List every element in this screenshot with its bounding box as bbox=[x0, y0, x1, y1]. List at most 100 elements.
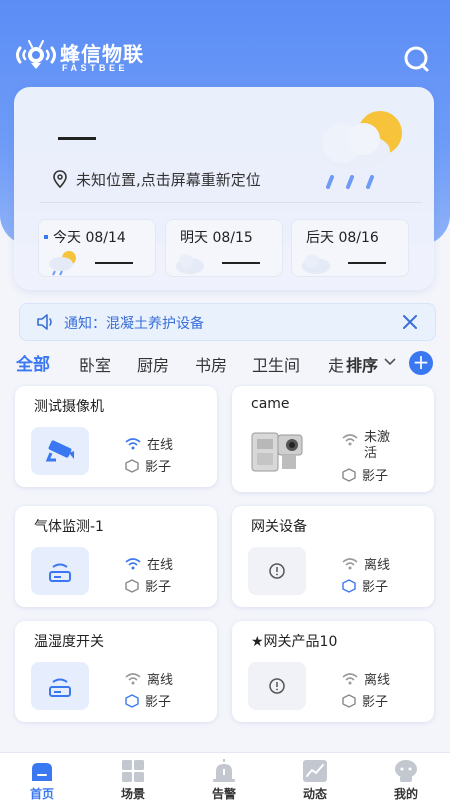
shadow-status-text: 影子 bbox=[362, 695, 389, 710]
rain-cloud-sun-icon bbox=[318, 111, 402, 189]
forecast-temp-placeholder bbox=[222, 262, 260, 264]
rain-sun-icon bbox=[49, 251, 76, 276]
tab-kitchen[interactable]: 厨房 bbox=[137, 352, 169, 376]
camera-icon bbox=[45, 440, 74, 462]
device-name: 气体监测-1 bbox=[34, 519, 104, 535]
device-card[interactable]: 温湿度开关 离线 影子 bbox=[15, 621, 217, 722]
shadow-status-text: 影子 bbox=[145, 580, 172, 595]
shadow-cube-icon bbox=[125, 693, 139, 708]
network-status: 离线 bbox=[342, 669, 390, 688]
device-thumbnail bbox=[248, 662, 306, 710]
network-status: 在线 bbox=[125, 434, 173, 453]
nav-alerts[interactable]: 告警 bbox=[194, 753, 254, 800]
device-photo-icon bbox=[251, 432, 303, 472]
shadow-cube-icon bbox=[342, 693, 356, 708]
shadow-status: 影子 bbox=[125, 576, 171, 595]
add-device-button[interactable]: + bbox=[409, 351, 433, 375]
app-header: 蜂信物联 FASTBEE bbox=[16, 38, 436, 78]
grid-icon bbox=[122, 760, 144, 782]
device-name: ★网关产品10 bbox=[251, 634, 338, 650]
forecast-day-label: 今天 08/14 bbox=[53, 230, 126, 246]
wifi-icon bbox=[342, 434, 358, 446]
shadow-status-text: 影子 bbox=[362, 469, 389, 484]
wifi-icon bbox=[125, 672, 141, 684]
forecast-day-label: 明天 08/15 bbox=[180, 230, 253, 246]
alarm-light-icon bbox=[213, 759, 235, 782]
bottom-nav: 首页 场景 告警 动态 我的 bbox=[0, 752, 450, 800]
info-icon bbox=[269, 678, 285, 694]
device-card[interactable]: ★网关产品10 离线 影子 bbox=[232, 621, 434, 722]
shadow-cube-icon bbox=[342, 578, 356, 593]
forecast-day-after: 后天 08/16 bbox=[291, 219, 409, 277]
network-status: 在线 bbox=[125, 554, 173, 573]
shadow-cube-icon bbox=[125, 458, 139, 473]
device-card[interactable]: 测试摄像机 在线 影子 bbox=[15, 386, 217, 487]
nav-activity[interactable]: 动态 bbox=[285, 753, 345, 800]
device-thumbnail bbox=[31, 662, 89, 710]
shadow-status-text: 影子 bbox=[145, 460, 172, 475]
device-thumbnail bbox=[31, 427, 89, 475]
nav-label: 首页 bbox=[29, 787, 54, 800]
close-icon[interactable] bbox=[403, 315, 417, 329]
device-name: 测试摄像机 bbox=[34, 399, 104, 415]
selected-dot bbox=[44, 235, 48, 239]
notice-text: 通知：混凝土养护设备 bbox=[64, 316, 204, 332]
tab-all[interactable]: 全部 bbox=[16, 350, 50, 375]
network-status: 离线 bbox=[125, 669, 173, 688]
forecast-temp-placeholder bbox=[95, 262, 133, 264]
wifi-icon bbox=[125, 557, 141, 569]
device-card[interactable]: 网关设备 离线 影子 bbox=[232, 506, 434, 607]
tab-hallway[interactable]: 走 bbox=[328, 352, 344, 376]
wifi-icon bbox=[342, 672, 358, 684]
network-status-text: 未激活 bbox=[364, 430, 391, 461]
shadow-status-text: 影子 bbox=[145, 695, 172, 710]
location-text: 未知位置,点击屏幕重新定位 bbox=[76, 170, 261, 189]
tab-study[interactable]: 书房 bbox=[195, 352, 227, 376]
shadow-cube-icon bbox=[342, 467, 356, 482]
router-icon bbox=[49, 678, 71, 697]
device-card[interactable]: came 未激活 影子 bbox=[232, 386, 434, 492]
network-status: 未激活 bbox=[342, 430, 392, 462]
shadow-status: 影子 bbox=[342, 465, 388, 484]
location-pin-icon bbox=[53, 170, 67, 188]
sort-button[interactable]: 排序 bbox=[346, 352, 378, 376]
cloud-icon bbox=[302, 254, 330, 274]
forecast-tomorrow: 明天 08/15 bbox=[165, 219, 283, 277]
tab-bedroom[interactable]: 卧室 bbox=[79, 352, 111, 376]
nav-scenes[interactable]: 场景 bbox=[103, 753, 163, 800]
chart-icon bbox=[303, 760, 327, 782]
speaker-icon bbox=[37, 314, 52, 330]
nav-home[interactable]: 首页 bbox=[12, 753, 72, 800]
network-status-text: 在线 bbox=[147, 438, 174, 453]
shadow-cube-icon bbox=[125, 578, 139, 593]
nav-profile[interactable]: 我的 bbox=[376, 753, 436, 800]
device-name: came bbox=[251, 396, 290, 412]
info-icon bbox=[269, 563, 285, 579]
location-row[interactable]: 未知位置,点击屏幕重新定位 bbox=[52, 169, 261, 189]
network-status-text: 离线 bbox=[364, 558, 391, 573]
divider bbox=[40, 202, 422, 203]
device-name: 温湿度开关 bbox=[34, 634, 104, 650]
nav-label: 场景 bbox=[120, 787, 145, 800]
device-name: 网关设备 bbox=[251, 519, 307, 535]
temperature-placeholder bbox=[58, 137, 96, 140]
device-card[interactable]: 气体监测-1 在线 影子 bbox=[15, 506, 217, 607]
device-thumbnail bbox=[248, 547, 306, 595]
wifi-icon bbox=[342, 557, 358, 569]
forecast-day-label: 后天 08/16 bbox=[306, 230, 379, 246]
shadow-status: 影子 bbox=[342, 576, 388, 595]
router-icon bbox=[49, 563, 71, 582]
search-icon[interactable] bbox=[402, 44, 432, 74]
app-subtitle: FASTBEE bbox=[62, 63, 129, 73]
shadow-status: 影子 bbox=[342, 691, 388, 710]
network-status: 离线 bbox=[342, 554, 390, 573]
nav-label: 我的 bbox=[393, 787, 418, 800]
weather-card[interactable]: 未知位置,点击屏幕重新定位 今天 08/14 明天 08/15 后天 08/16 bbox=[14, 87, 434, 290]
chevron-down-icon[interactable] bbox=[384, 358, 396, 366]
network-status-text: 离线 bbox=[364, 673, 391, 688]
tab-bathroom[interactable]: 卫生间 bbox=[252, 352, 300, 376]
network-status-text: 离线 bbox=[147, 673, 174, 688]
shadow-status-text: 影子 bbox=[362, 580, 389, 595]
notice-bar[interactable]: 通知：混凝土养护设备 bbox=[19, 303, 436, 341]
bee-logo-icon bbox=[16, 40, 56, 69]
